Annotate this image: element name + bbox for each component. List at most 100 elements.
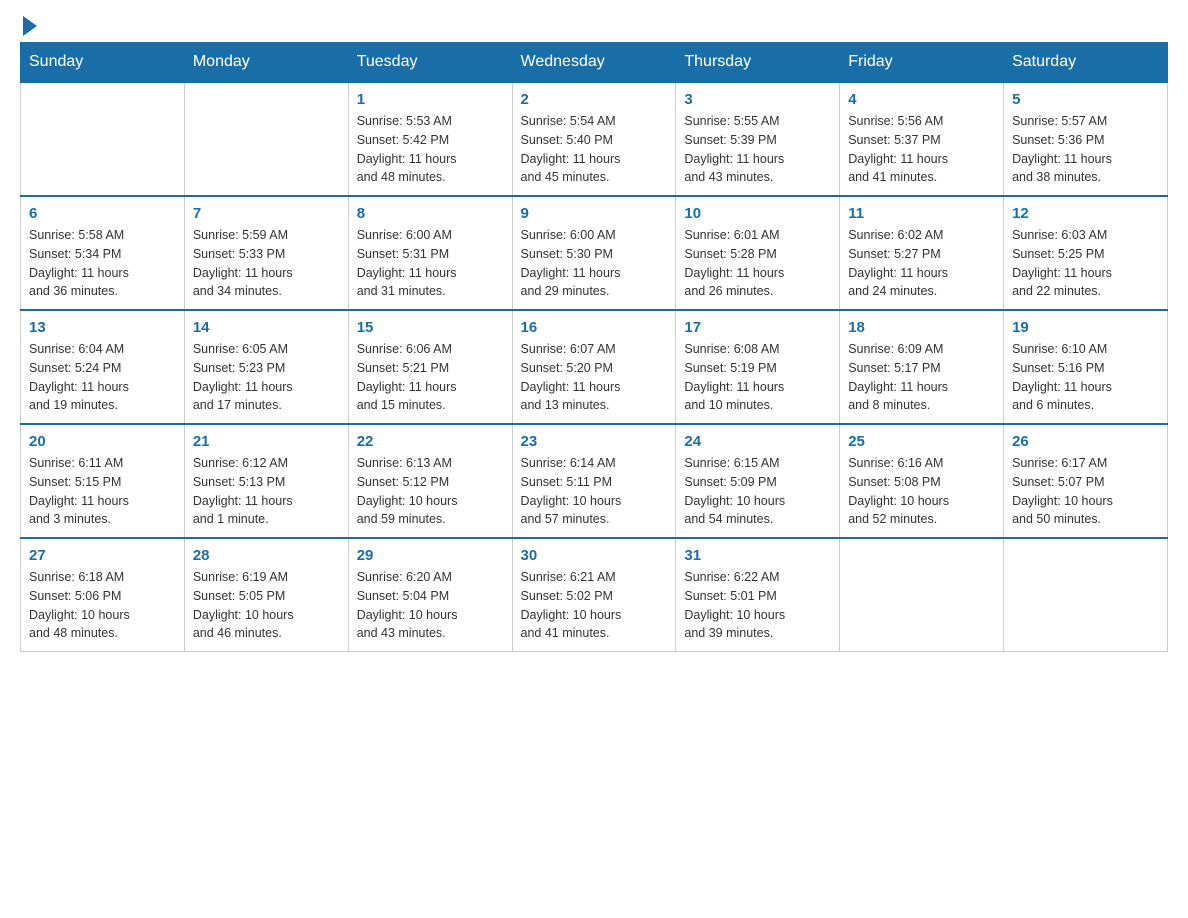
calendar-cell: 18 Sunrise: 6:09 AMSunset: 5:17 PMDayligh… [840, 310, 1004, 424]
calendar-cell: 5Sunrise: 5:57 AMSunset: 5:36 PMDaylight… [1004, 82, 1168, 196]
day-info: Sunrise: 6:04 AMSunset: 5:24 PMDaylight:… [29, 340, 176, 415]
day-number: 30 [521, 547, 668, 564]
day-number: 24 [684, 433, 831, 450]
day-info: Sunrise: 6:15 AMSunset: 5:09 PMDaylight:… [684, 454, 831, 529]
logo-arrow-icon [20, 20, 37, 36]
calendar-cell: 7Sunrise: 5:59 AMSunset: 5:33 PMDaylight… [184, 196, 348, 310]
weekday-header-row: SundayMondayTuesdayWednesdayThursdayFrid… [21, 43, 1168, 83]
day-info: Sunrise: 6:14 AMSunset: 5:11 PMDaylight:… [521, 454, 668, 529]
day-info: Sunrise: 6:08 AMSunset: 5:19 PMDaylight:… [684, 340, 831, 415]
weekday-header-saturday: Saturday [1004, 43, 1168, 83]
day-number: 9 [521, 205, 668, 222]
page-header [20, 20, 1168, 32]
day-info: Sunrise: 6:10 AMSunset: 5:16 PMDaylight:… [1012, 340, 1159, 415]
day-info: Sunrise: 6:13 AMSunset: 5:12 PMDaylight:… [357, 454, 504, 529]
day-number: 11 [848, 205, 995, 222]
calendar-header: SundayMondayTuesdayWednesdayThursdayFrid… [21, 43, 1168, 83]
day-number: 12 [1012, 205, 1159, 222]
weekday-header-friday: Friday [840, 43, 1004, 83]
day-number: 3 [684, 91, 831, 108]
day-number: 1 [357, 91, 504, 108]
day-info: Sunrise: 6:20 AMSunset: 5:04 PMDaylight:… [357, 568, 504, 643]
weekday-header-wednesday: Wednesday [512, 43, 676, 83]
day-number: 6 [29, 205, 176, 222]
day-number: 23 [521, 433, 668, 450]
day-info: Sunrise: 6:22 AMSunset: 5:01 PMDaylight:… [684, 568, 831, 643]
day-info: Sunrise: 5:56 AMSunset: 5:37 PMDaylight:… [848, 112, 995, 187]
day-info: Sunrise: 6:19 AMSunset: 5:05 PMDaylight:… [193, 568, 340, 643]
calendar-cell: 6 Sunrise: 5:58 AMSunset: 5:34 PMDaylight… [21, 196, 185, 310]
day-info: Sunrise: 6:06 AMSunset: 5:21 PMDaylight:… [357, 340, 504, 415]
day-info: Sunrise: 5:55 AMSunset: 5:39 PMDaylight:… [684, 112, 831, 187]
day-number: 27 [29, 547, 176, 564]
logo [20, 20, 37, 32]
calendar-cell: 26 Sunrise: 6:17 AMSunset: 5:07 PMDayligh… [1004, 424, 1168, 538]
day-number: 31 [684, 547, 831, 564]
calendar-cell: 1 Sunrise: 5:53 AMSunset: 5:42 PMDaylight… [348, 82, 512, 196]
day-info: Sunrise: 5:57 AMSunset: 5:36 PMDaylight:… [1012, 112, 1159, 187]
calendar-cell: 3 Sunrise: 5:55 AMSunset: 5:39 PMDaylight… [676, 82, 840, 196]
day-info: Sunrise: 5:53 AMSunset: 5:42 PMDaylight:… [357, 112, 504, 187]
calendar-cell: 9Sunrise: 6:00 AMSunset: 5:30 PMDaylight… [512, 196, 676, 310]
day-info: Sunrise: 6:21 AMSunset: 5:02 PMDaylight:… [521, 568, 668, 643]
calendar-cell: 12 Sunrise: 6:03 AMSunset: 5:25 PMDayligh… [1004, 196, 1168, 310]
day-number: 22 [357, 433, 504, 450]
day-number: 14 [193, 319, 340, 336]
day-number: 15 [357, 319, 504, 336]
day-info: Sunrise: 5:58 AMSunset: 5:34 PMDaylight:… [29, 226, 176, 301]
calendar-week-1: 1 Sunrise: 5:53 AMSunset: 5:42 PMDaylight… [21, 82, 1168, 196]
calendar-cell [21, 82, 185, 196]
calendar-week-4: 20Sunrise: 6:11 AMSunset: 5:15 PMDayligh… [21, 424, 1168, 538]
weekday-header-sunday: Sunday [21, 43, 185, 83]
day-number: 19 [1012, 319, 1159, 336]
calendar-cell: 11Sunrise: 6:02 AMSunset: 5:27 PMDayligh… [840, 196, 1004, 310]
calendar-cell: 16 Sunrise: 6:07 AMSunset: 5:20 PMDayligh… [512, 310, 676, 424]
calendar-cell: 10Sunrise: 6:01 AMSunset: 5:28 PMDayligh… [676, 196, 840, 310]
day-info: Sunrise: 6:16 AMSunset: 5:08 PMDaylight:… [848, 454, 995, 529]
weekday-header-thursday: Thursday [676, 43, 840, 83]
calendar-week-5: 27Sunrise: 6:18 AMSunset: 5:06 PMDayligh… [21, 538, 1168, 652]
day-number: 26 [1012, 433, 1159, 450]
calendar-cell: 20Sunrise: 6:11 AMSunset: 5:15 PMDayligh… [21, 424, 185, 538]
calendar-cell: 17Sunrise: 6:08 AMSunset: 5:19 PMDayligh… [676, 310, 840, 424]
day-number: 13 [29, 319, 176, 336]
day-number: 29 [357, 547, 504, 564]
calendar-cell: 14Sunrise: 6:05 AMSunset: 5:23 PMDayligh… [184, 310, 348, 424]
calendar-cell: 25 Sunrise: 6:16 AMSunset: 5:08 PMDayligh… [840, 424, 1004, 538]
day-info: Sunrise: 6:03 AMSunset: 5:25 PMDaylight:… [1012, 226, 1159, 301]
calendar-cell [184, 82, 348, 196]
day-info: Sunrise: 6:07 AMSunset: 5:20 PMDaylight:… [521, 340, 668, 415]
calendar-cell: 22 Sunrise: 6:13 AMSunset: 5:12 PMDayligh… [348, 424, 512, 538]
calendar-cell: 2 Sunrise: 5:54 AMSunset: 5:40 PMDaylight… [512, 82, 676, 196]
calendar-cell: 21Sunrise: 6:12 AMSunset: 5:13 PMDayligh… [184, 424, 348, 538]
day-number: 28 [193, 547, 340, 564]
day-number: 21 [193, 433, 340, 450]
calendar-cell: 8 Sunrise: 6:00 AMSunset: 5:31 PMDaylight… [348, 196, 512, 310]
calendar-body: 1 Sunrise: 5:53 AMSunset: 5:42 PMDaylight… [21, 82, 1168, 652]
day-number: 8 [357, 205, 504, 222]
calendar-cell: 15 Sunrise: 6:06 AMSunset: 5:21 PMDayligh… [348, 310, 512, 424]
calendar-cell: 31 Sunrise: 6:22 AMSunset: 5:01 PMDayligh… [676, 538, 840, 652]
day-info: Sunrise: 6:09 AMSunset: 5:17 PMDaylight:… [848, 340, 995, 415]
calendar-cell: 27Sunrise: 6:18 AMSunset: 5:06 PMDayligh… [21, 538, 185, 652]
calendar-cell: 24 Sunrise: 6:15 AMSunset: 5:09 PMDayligh… [676, 424, 840, 538]
day-info: Sunrise: 5:54 AMSunset: 5:40 PMDaylight:… [521, 112, 668, 187]
day-number: 2 [521, 91, 668, 108]
calendar-cell [1004, 538, 1168, 652]
calendar-cell [840, 538, 1004, 652]
calendar-week-3: 13 Sunrise: 6:04 AMSunset: 5:24 PMDayligh… [21, 310, 1168, 424]
day-number: 25 [848, 433, 995, 450]
calendar-cell: 19 Sunrise: 6:10 AMSunset: 5:16 PMDayligh… [1004, 310, 1168, 424]
calendar-cell: 28 Sunrise: 6:19 AMSunset: 5:05 PMDayligh… [184, 538, 348, 652]
day-number: 20 [29, 433, 176, 450]
day-info: Sunrise: 6:17 AMSunset: 5:07 PMDaylight:… [1012, 454, 1159, 529]
day-number: 16 [521, 319, 668, 336]
day-info: Sunrise: 6:00 AMSunset: 5:31 PMDaylight:… [357, 226, 504, 301]
day-number: 18 [848, 319, 995, 336]
weekday-header-tuesday: Tuesday [348, 43, 512, 83]
weekday-header-monday: Monday [184, 43, 348, 83]
calendar-table: SundayMondayTuesdayWednesdayThursdayFrid… [20, 42, 1168, 652]
calendar-cell: 13 Sunrise: 6:04 AMSunset: 5:24 PMDayligh… [21, 310, 185, 424]
day-info: Sunrise: 5:59 AMSunset: 5:33 PMDaylight:… [193, 226, 340, 301]
day-number: 10 [684, 205, 831, 222]
